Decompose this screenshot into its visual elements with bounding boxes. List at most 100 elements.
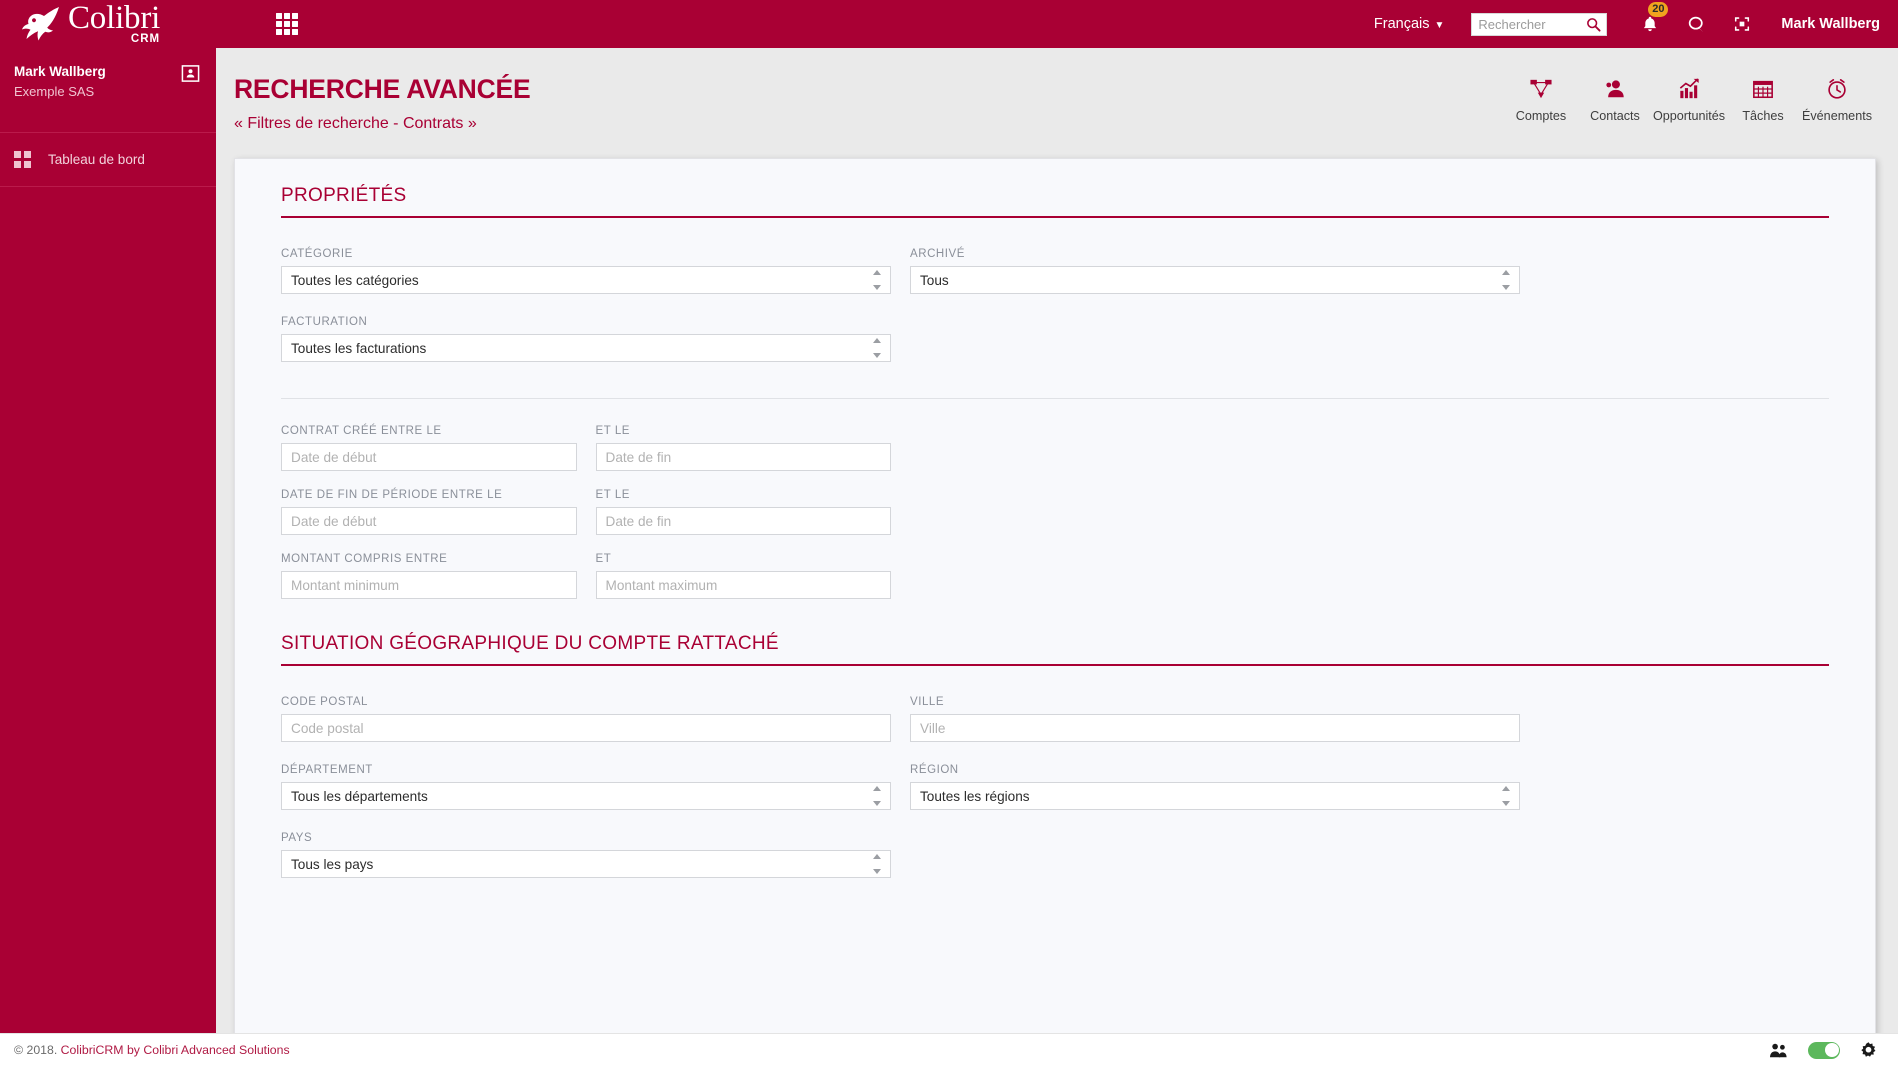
form-row-montant: MONTANT COMPRIS ENTRE ET (281, 553, 1829, 599)
quicknav-item-evenements[interactable]: Événements (1800, 76, 1874, 123)
colibri-hummingbird-logo-icon (22, 7, 59, 41)
copyright-link[interactable]: ColibriCRM by Colibri Advanced Solutions (61, 1043, 290, 1057)
form-row-pays: PAYS (281, 832, 1829, 900)
field-label: PAYS (281, 832, 313, 844)
footer-bar: © 2018. ColibriCRM by Colibri Advanced S… (0, 1033, 1898, 1066)
contrat-cree-fin-input[interactable] (595, 443, 891, 471)
montant-max-input[interactable] (595, 571, 891, 599)
form-divider (281, 398, 1829, 399)
date-fin-periode-debut-input[interactable] (281, 507, 577, 535)
form-row-facturation: FACTURATION (281, 316, 1829, 384)
field-label: RÉGION (910, 764, 959, 776)
main-content-area: RECHERCHE AVANCÉE « Filtres de recherche… (216, 48, 1898, 1039)
copyright-prefix: © 2018. (14, 1043, 61, 1057)
chat-bubble-icon (1688, 16, 1704, 32)
form-col-right: ARCHIVÉ (910, 248, 1520, 316)
footer-toggle-switch[interactable] (1808, 1041, 1840, 1059)
users-group-icon[interactable] (1768, 1042, 1789, 1059)
quicknav-label: Comptes (1515, 109, 1567, 123)
contact-person-icon (1578, 76, 1652, 102)
notifications-button[interactable]: 20 (1637, 2, 1669, 37)
search-icon[interactable] (1586, 17, 1601, 32)
form-col-right (910, 832, 1520, 900)
field-departement: DÉPARTEMENT (281, 764, 891, 810)
archive-select-value[interactable] (910, 266, 1520, 294)
field-contrat-cree-fin: ET LE (595, 425, 891, 471)
quicknav-item-contacts[interactable]: Contacts (1578, 76, 1652, 123)
sidebar-item-label: Tableau de bord (48, 152, 145, 167)
region-select-value[interactable] (910, 782, 1520, 810)
field-label: FACTURATION (281, 316, 368, 328)
page-header: RECHERCHE AVANCÉE « Filtres de recherche… (216, 48, 1898, 148)
quick-navigation: Comptes Contacts Opportunités Tâches Évé… (1504, 76, 1874, 123)
montant-min-input[interactable] (281, 571, 577, 599)
field-label: ET LE (595, 425, 630, 437)
quicknav-label: Tâches (1742, 109, 1784, 123)
alarm-clock-icon (1800, 76, 1874, 102)
field-label: CATÉGORIE (281, 248, 353, 260)
form-row-contrat-cree: CONTRAT CRÉÉ ENTRE LE ET LE (281, 425, 1829, 471)
section-title-proprietes: PROPRIÉTÉS (281, 185, 407, 206)
field-contrat-cree-debut: CONTRAT CRÉÉ ENTRE LE (281, 425, 577, 471)
quicknav-item-taches[interactable]: Tâches (1726, 76, 1800, 123)
pays-select-value[interactable] (281, 850, 891, 878)
categorie-select[interactable] (281, 266, 891, 294)
footer-right-controls (1768, 1041, 1898, 1060)
sidebar-item-tableau-de-bord[interactable]: Tableau de bord (0, 133, 216, 187)
top-header-right: Français ▼ 20 (1374, 0, 1898, 48)
section-rule (281, 216, 1829, 218)
quicknav-label: Contacts (1590, 109, 1640, 123)
field-ville: VILLE (910, 696, 1520, 742)
calendar-icon (1726, 76, 1800, 102)
form-col-left: CATÉGORIE (281, 248, 891, 316)
field-code-postal: CODE POSTAL (281, 696, 891, 742)
ville-input[interactable] (910, 714, 1520, 742)
contrat-cree-debut-input[interactable] (281, 443, 577, 471)
quicknav-item-comptes[interactable]: Comptes (1504, 76, 1578, 123)
field-montant-max: ET (595, 553, 891, 599)
brand-logo-area[interactable]: Colibri CRM (0, 0, 262, 48)
search-box[interactable] (1471, 12, 1608, 36)
facturation-select-value[interactable] (281, 334, 891, 362)
form-col-right: RÉGION (910, 764, 1520, 832)
field-label: CONTRAT CRÉÉ ENTRE LE (281, 425, 442, 437)
chevron-down-icon: ▼ (1434, 19, 1445, 31)
form-col-left: DÉPARTEMENT (281, 764, 891, 832)
field-label: VILLE (910, 696, 945, 708)
region-select[interactable] (910, 782, 1520, 810)
field-facturation: FACTURATION (281, 316, 891, 362)
form-col-left: CODE POSTAL (281, 696, 891, 764)
gear-icon[interactable] (1859, 1041, 1878, 1060)
facturation-select[interactable] (281, 334, 891, 362)
sidebar-user-name: Mark Wallberg (14, 64, 106, 79)
toggle-knob (1824, 1043, 1839, 1057)
user-menu-button[interactable]: Mark Wallberg (1781, 16, 1880, 32)
field-date-fin-periode-fin: ET LE (595, 489, 891, 535)
left-sidebar: Mark Wallberg Exemple SAS Tableau de bor… (0, 48, 216, 1066)
departement-select[interactable] (281, 782, 891, 810)
field-label: DATE DE FIN DE PÉRIODE ENTRE LE (281, 489, 503, 501)
search-filters-card: PROPRIÉTÉS CATÉGORIE ARCHIVÉ (234, 158, 1876, 1039)
quicknav-item-opportunites[interactable]: Opportunités (1652, 76, 1726, 123)
departement-select-value[interactable] (281, 782, 891, 810)
field-pays: PAYS (281, 832, 891, 878)
form-col-right: VILLE (910, 696, 1520, 764)
brand-text: Colibri CRM (68, 2, 160, 46)
search-input[interactable] (1472, 13, 1585, 35)
fullscreen-button[interactable] (1729, 11, 1755, 37)
code-postal-input[interactable] (281, 714, 891, 742)
messages-button[interactable] (1683, 11, 1709, 37)
field-categorie: CATÉGORIE (281, 248, 891, 294)
date-fin-periode-fin-input[interactable] (595, 507, 891, 535)
field-label: ARCHIVÉ (910, 248, 965, 260)
language-label: Français (1373, 16, 1430, 32)
grid-apps-icon[interactable] (276, 13, 298, 35)
section-title-situation-geographique: SITUATION GÉOGRAPHIQUE DU COMPTE RATTACH… (281, 633, 779, 654)
pays-select[interactable] (281, 850, 891, 878)
categorie-select-value[interactable] (281, 266, 891, 294)
section-rule (281, 664, 1829, 666)
archive-select[interactable] (910, 266, 1520, 294)
contact-card-icon[interactable] (181, 64, 200, 83)
language-selector[interactable]: Français ▼ (1374, 16, 1445, 32)
sidebar-user-org: Exemple SAS (14, 84, 95, 99)
